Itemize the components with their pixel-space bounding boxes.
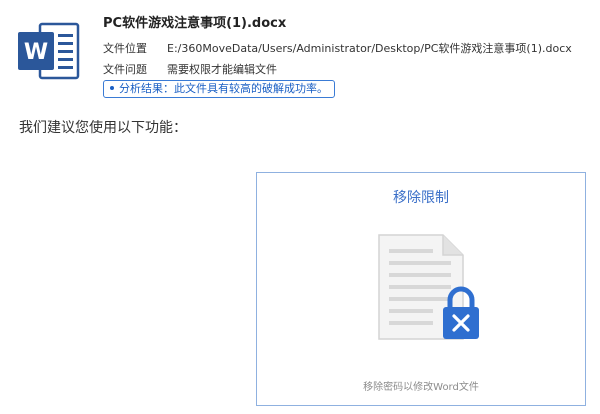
file-issue-label: 文件问题: [103, 63, 147, 76]
suggestion-heading: 我们建议您使用以下功能：: [19, 120, 187, 136]
file-location-label: 文件位置: [103, 42, 147, 55]
analysis-result-text: 分析结果：此文件具有较高的破解成功率。: [119, 82, 328, 95]
analysis-result-badge: 分析结果：此文件具有较高的破解成功率。: [103, 80, 335, 98]
card-description: 移除密码以修改Word文件: [363, 382, 479, 393]
file-location-value: E:/360MoveData/Users/Administrator/Deskt…: [167, 42, 572, 55]
svg-text:W: W: [24, 40, 48, 65]
file-issue-row: 文件问题 需要权限才能编辑文件: [103, 61, 277, 77]
file-issue-value: 需要权限才能编辑文件: [167, 63, 277, 76]
bullet-dot-icon: [110, 86, 114, 90]
file-name: PC软件游戏注意事项(1).docx: [103, 16, 287, 31]
remove-restriction-page: W PC软件游戏注意事项(1).docx 文件位置 E:/360MoveData/…: [0, 0, 600, 414]
file-location-row: 文件位置 E:/360MoveData/Users/Administrator/D…: [103, 40, 572, 56]
word-document-icon: W: [18, 22, 80, 80]
locked-document-icon: [375, 233, 485, 345]
remove-restriction-card[interactable]: 移除限制 移除密码以修改Word文件: [256, 172, 586, 406]
card-title: 移除限制: [393, 190, 449, 206]
